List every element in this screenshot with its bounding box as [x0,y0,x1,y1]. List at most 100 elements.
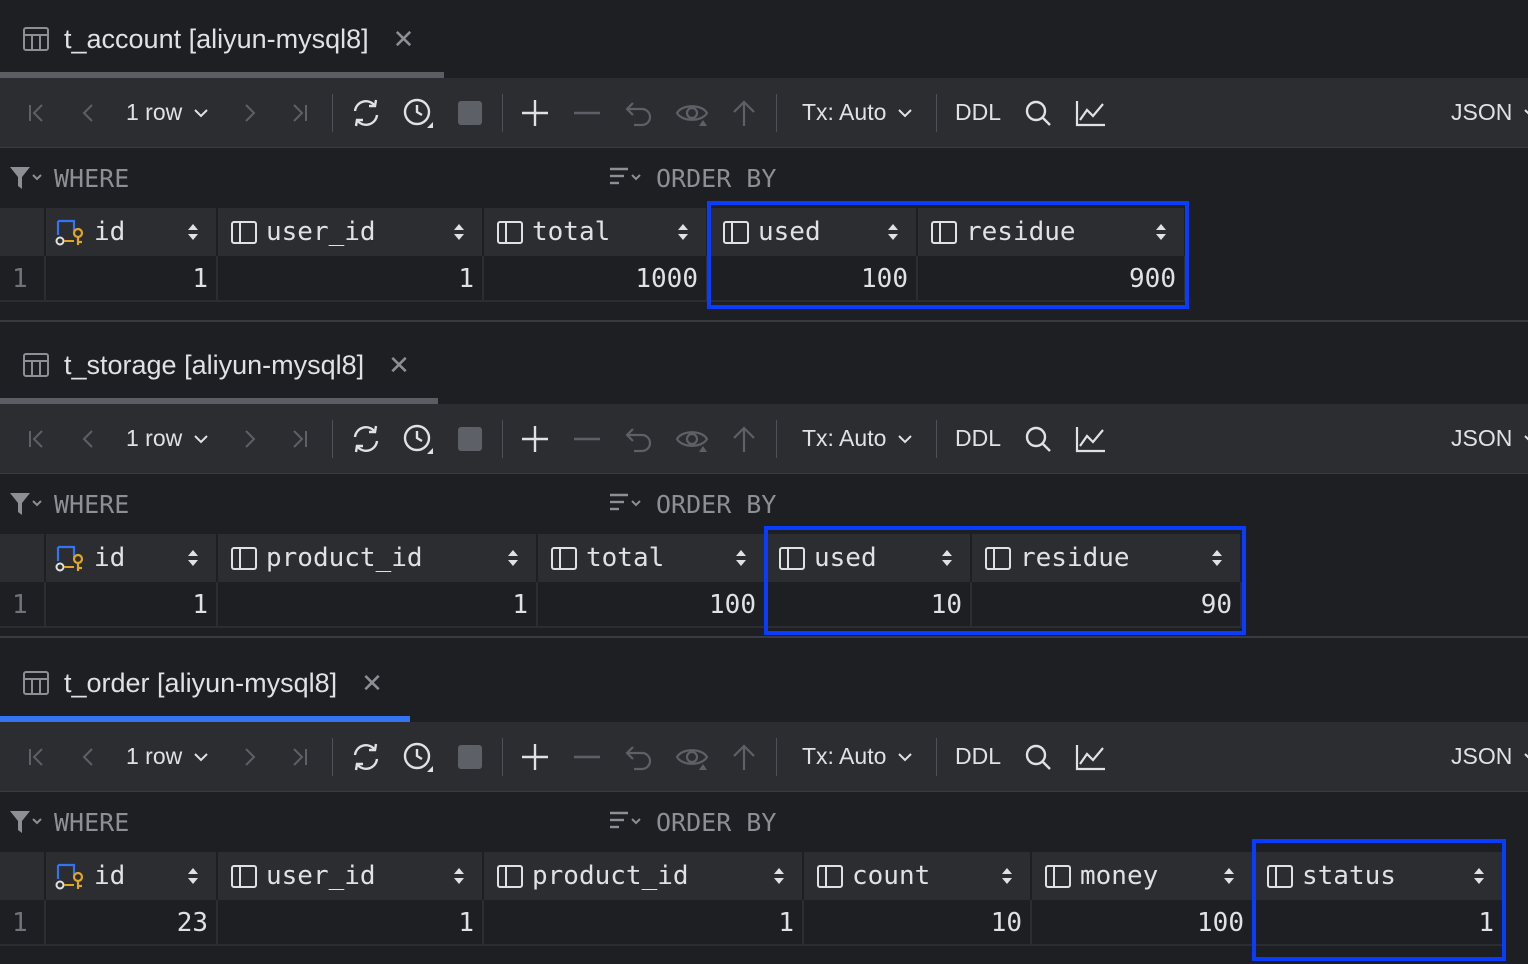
row-number[interactable]: 1 [0,900,46,946]
close-icon[interactable]: ✕ [361,668,383,699]
sort-arrows-icon[interactable] [452,867,466,890]
sort-arrows-icon[interactable] [186,549,200,572]
sort-arrows-icon[interactable] [734,549,748,572]
cell-product_id[interactable]: 1 [218,582,538,628]
column-header-product_id[interactable]: product_id [484,852,804,900]
cell-total[interactable]: 1000 [484,256,708,302]
column-header-id[interactable]: id [46,852,218,900]
where-input[interactable]: WHERE [46,474,596,534]
ddl-button[interactable]: DDL [955,722,1001,791]
add-row-icon[interactable] [518,722,552,791]
cell-product_id[interactable]: 1 [484,900,804,946]
transaction-mode-dropdown[interactable]: Tx: Auto [802,78,914,147]
cell-user_id[interactable]: 1 [218,900,484,946]
column-header-user_id[interactable]: user_id [218,208,484,256]
chart-icon[interactable] [1074,722,1108,791]
chart-icon[interactable] [1074,404,1108,473]
filter-icon[interactable] [8,490,42,518]
last-page-icon[interactable] [284,78,314,147]
sort-arrows-icon[interactable] [1000,867,1014,890]
sort-arrows-icon[interactable] [676,223,690,246]
cell-total[interactable]: 100 [538,582,766,628]
result-tab[interactable]: t_storage [aliyun-mysql8] ✕ [0,326,410,404]
sort-arrows-icon[interactable] [1472,867,1486,890]
row-count-dropdown[interactable]: 1 row [126,722,210,791]
result-tab[interactable]: t_order [aliyun-mysql8] ✕ [0,644,383,722]
column-header-used[interactable]: used [766,534,972,582]
column-header-id[interactable]: id [46,534,218,582]
cell-residue[interactable]: 900 [918,256,1186,302]
search-icon[interactable] [1022,78,1054,147]
last-page-icon[interactable] [284,722,314,791]
where-input[interactable]: WHERE [46,148,596,208]
order-by-input[interactable]: ORDER BY [648,792,1508,852]
next-page-icon[interactable] [234,404,264,473]
ddl-button[interactable]: DDL [955,78,1001,147]
filter-icon[interactable] [8,808,42,836]
sort-arrows-icon[interactable] [186,867,200,890]
column-header-user_id[interactable]: user_id [218,852,484,900]
column-header-total[interactable]: total [484,208,708,256]
cell-residue[interactable]: 90 [972,582,1242,628]
ddl-button[interactable]: DDL [955,404,1001,473]
cell-id[interactable]: 1 [46,582,218,628]
reload-icon[interactable] [348,78,384,147]
history-icon[interactable] [400,722,436,791]
output-format-dropdown[interactable]: JSON [1451,78,1528,147]
search-icon[interactable] [1022,404,1054,473]
sort-icon[interactable] [608,490,644,518]
sort-arrows-icon[interactable] [452,223,466,246]
chart-icon[interactable] [1074,78,1108,147]
sort-arrows-icon[interactable] [886,223,900,246]
where-input[interactable]: WHERE [46,792,596,852]
column-header-status[interactable]: status [1254,852,1504,900]
search-icon[interactable] [1022,722,1054,791]
row-count-dropdown[interactable]: 1 row [126,404,210,473]
row-number[interactable]: 1 [0,582,46,628]
next-page-icon[interactable] [234,78,264,147]
previous-page-icon[interactable] [74,722,104,791]
sort-arrows-icon[interactable] [772,867,786,890]
cell-id[interactable]: 23 [46,900,218,946]
sort-icon[interactable] [608,164,644,192]
sort-arrows-icon[interactable] [506,549,520,572]
transaction-mode-dropdown[interactable]: Tx: Auto [802,722,914,791]
order-by-input[interactable]: ORDER BY [648,148,1508,208]
sort-arrows-icon[interactable] [1154,223,1168,246]
close-icon[interactable]: ✕ [393,24,415,55]
last-page-icon[interactable] [284,404,314,473]
first-page-icon[interactable] [22,78,52,147]
add-row-icon[interactable] [518,404,552,473]
cell-status[interactable]: 1 [1254,900,1504,946]
first-page-icon[interactable] [22,722,52,791]
output-format-dropdown[interactable]: JSON [1451,722,1528,791]
column-header-used[interactable]: used [710,208,918,256]
reload-icon[interactable] [348,722,384,791]
cell-user_id[interactable]: 1 [218,256,484,302]
cell-used[interactable]: 10 [766,582,972,628]
filter-icon[interactable] [8,164,42,192]
cell-money[interactable]: 100 [1032,900,1254,946]
result-tab[interactable]: t_account [aliyun-mysql8] ✕ [0,0,414,78]
history-icon[interactable] [400,404,436,473]
transaction-mode-dropdown[interactable]: Tx: Auto [802,404,914,473]
row-count-dropdown[interactable]: 1 row [126,78,210,147]
add-row-icon[interactable] [518,78,552,147]
cell-used[interactable]: 100 [710,256,918,302]
sort-arrows-icon[interactable] [186,223,200,246]
column-header-residue[interactable]: residue [918,208,1186,256]
sort-arrows-icon[interactable] [1222,867,1236,890]
first-page-icon[interactable] [22,404,52,473]
column-header-residue[interactable]: residue [972,534,1242,582]
column-header-id[interactable]: id [46,208,218,256]
column-header-total[interactable]: total [538,534,766,582]
column-header-count[interactable]: count [804,852,1032,900]
cell-id[interactable]: 1 [46,256,218,302]
next-page-icon[interactable] [234,722,264,791]
row-number[interactable]: 1 [0,256,46,302]
previous-page-icon[interactable] [74,78,104,147]
sort-icon[interactable] [608,808,644,836]
sort-arrows-icon[interactable] [1210,549,1224,572]
output-format-dropdown[interactable]: JSON [1451,404,1528,473]
reload-icon[interactable] [348,404,384,473]
